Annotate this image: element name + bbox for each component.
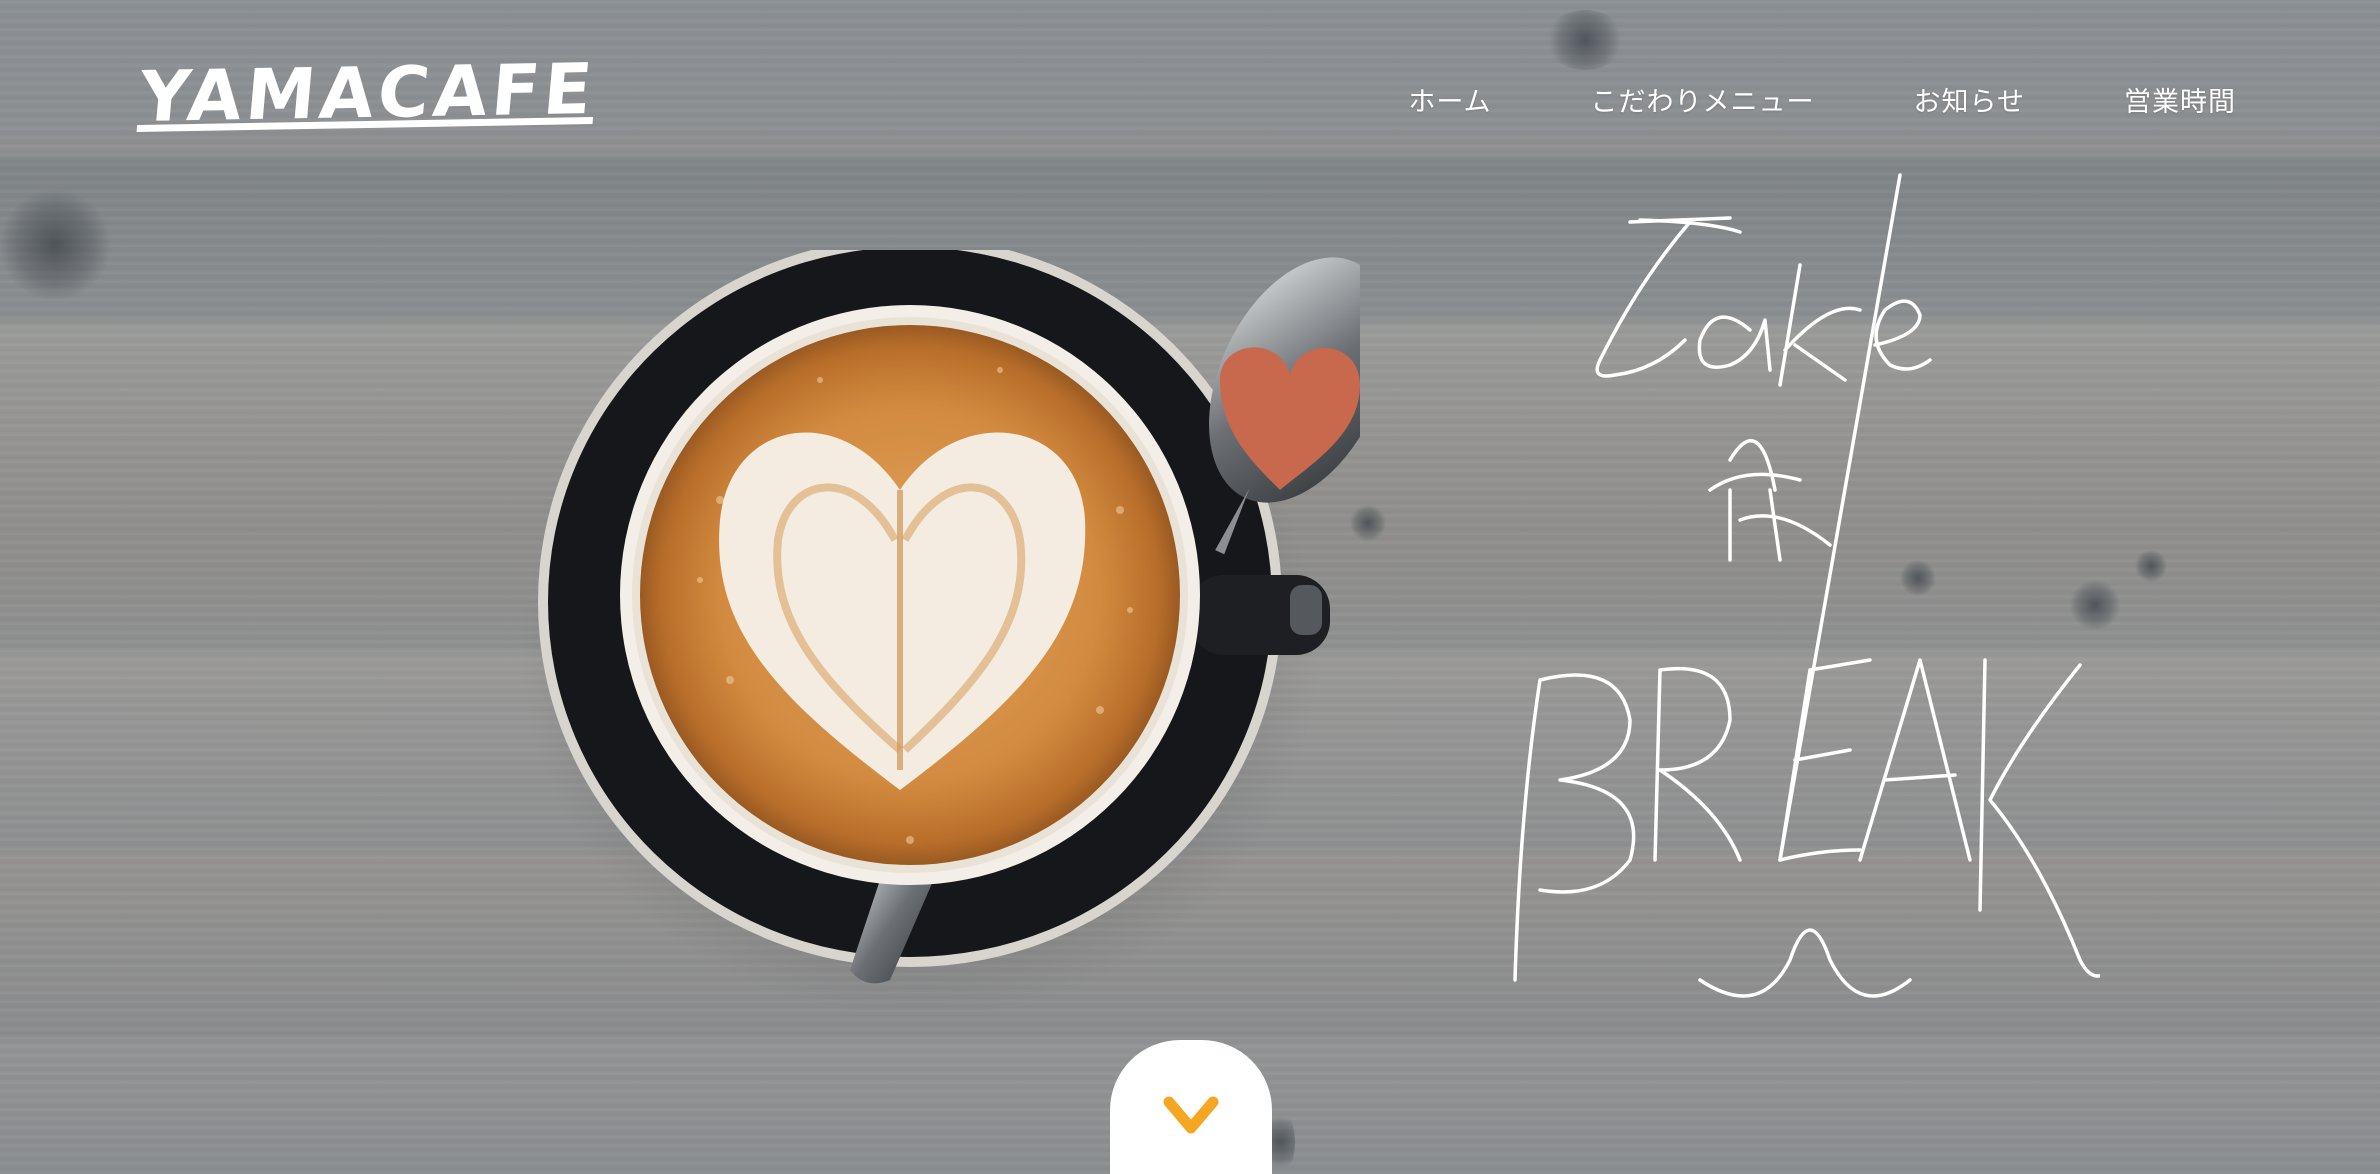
main-nav: ホーム こだわりメニュー お知らせ 営業時間 bbox=[1408, 80, 2236, 119]
wood-knot bbox=[1545, 10, 1625, 70]
nav-item-menu[interactable]: こだわりメニュー bbox=[1591, 80, 1815, 119]
latte-art-coffee-icon bbox=[520, 250, 1360, 1010]
nav-item-home[interactable]: ホーム bbox=[1408, 80, 1491, 119]
scroll-down-button[interactable] bbox=[1110, 1040, 1272, 1174]
site-logo[interactable]: YAMACAFE bbox=[136, 48, 599, 138]
hero-section: YAMACAFE ホーム こだわりメニュー お知らせ 営業時間 bbox=[0, 0, 2380, 1174]
wood-knot bbox=[0, 190, 110, 300]
nav-item-hours[interactable]: 営業時間 bbox=[2124, 80, 2236, 119]
nav-item-news[interactable]: お知らせ bbox=[1914, 80, 2025, 119]
wood-knot bbox=[2135, 550, 2167, 582]
chevron-down-icon bbox=[1163, 1096, 1219, 1134]
handwritten-take-a-break bbox=[1513, 173, 2100, 998]
